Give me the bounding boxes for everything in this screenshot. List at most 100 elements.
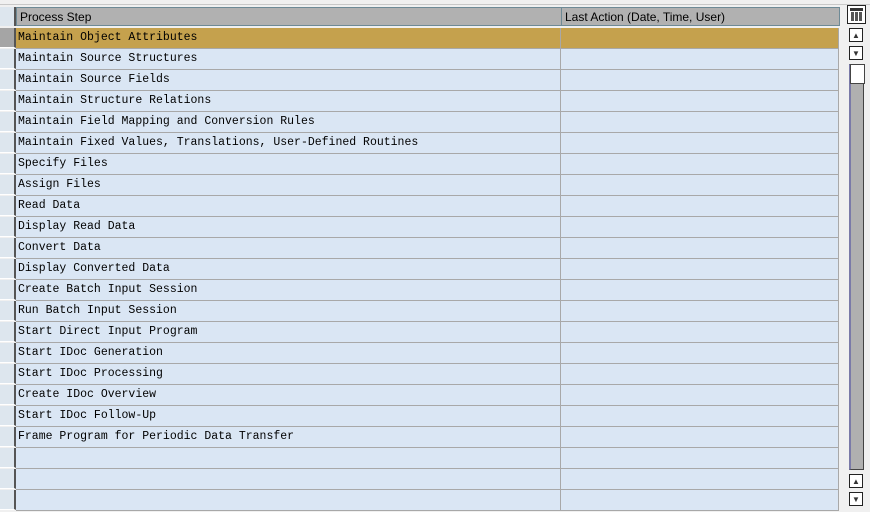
table-row[interactable]: Read Data (0, 196, 840, 217)
select-all-corner[interactable] (0, 7, 16, 26)
table-row[interactable]: Create Batch Input Session (0, 280, 840, 301)
last-action-cell[interactable] (561, 469, 839, 490)
row-selector[interactable] (0, 448, 16, 468)
page-down-button[interactable]: ▼ (849, 492, 863, 506)
process-step-cell[interactable]: Specify Files (16, 154, 561, 175)
row-selector[interactable] (0, 490, 16, 510)
process-step-cell[interactable]: Start IDoc Generation (16, 343, 561, 364)
row-selector[interactable] (0, 175, 16, 195)
last-action-cell[interactable] (561, 28, 839, 49)
scroll-track[interactable] (849, 64, 865, 470)
table-row[interactable]: Assign Files (0, 175, 840, 196)
table-row[interactable]: Maintain Field Mapping and Conversion Ru… (0, 112, 840, 133)
row-selector[interactable] (0, 196, 16, 216)
row-selector[interactable] (0, 70, 16, 90)
last-action-cell[interactable] (561, 280, 839, 301)
table-row[interactable]: Maintain Fixed Values, Translations, Use… (0, 133, 840, 154)
last-action-cell[interactable] (561, 154, 839, 175)
table-row[interactable]: Maintain Source Fields (0, 70, 840, 91)
process-step-cell[interactable]: Maintain Fixed Values, Translations, Use… (16, 133, 561, 154)
last-action-cell[interactable] (561, 343, 839, 364)
process-step-cell[interactable]: Create Batch Input Session (16, 280, 561, 301)
row-selector[interactable] (0, 217, 16, 237)
scroll-down-button[interactable]: ▼ (849, 46, 863, 60)
last-action-cell[interactable] (561, 406, 839, 427)
row-selector[interactable] (0, 301, 16, 321)
last-action-cell[interactable] (561, 427, 839, 448)
row-selector[interactable] (0, 259, 16, 279)
table-row[interactable]: Maintain Source Structures (0, 49, 840, 70)
row-selector[interactable] (0, 112, 16, 132)
process-step-cell[interactable] (16, 469, 561, 490)
last-action-cell[interactable] (561, 196, 839, 217)
last-action-cell[interactable] (561, 385, 839, 406)
last-action-cell[interactable] (561, 322, 839, 343)
last-action-cell[interactable] (561, 490, 839, 511)
table-row[interactable]: Start IDoc Follow-Up (0, 406, 840, 427)
table-row[interactable] (0, 448, 840, 469)
table-settings-button[interactable] (847, 5, 866, 24)
row-selector[interactable] (0, 406, 16, 426)
table-row[interactable] (0, 490, 840, 511)
process-step-cell[interactable]: Display Read Data (16, 217, 561, 238)
column-header-last-action[interactable]: Last Action (Date, Time, User) (561, 7, 840, 26)
process-step-cell[interactable]: Frame Program for Periodic Data Transfer (16, 427, 561, 448)
process-step-cell[interactable]: Display Converted Data (16, 259, 561, 280)
page-up-button[interactable]: ▲ (849, 474, 863, 488)
last-action-cell[interactable] (561, 70, 839, 91)
table-row[interactable]: Maintain Object Attributes (0, 28, 840, 49)
process-step-cell[interactable] (16, 448, 561, 469)
process-step-cell[interactable]: Convert Data (16, 238, 561, 259)
last-action-cell[interactable] (561, 91, 839, 112)
row-selector[interactable] (0, 385, 16, 405)
column-header-process-step[interactable]: Process Step (16, 7, 562, 26)
last-action-cell[interactable] (561, 112, 839, 133)
process-step-cell[interactable]: Start Direct Input Program (16, 322, 561, 343)
scroll-up-button[interactable]: ▲ (849, 28, 863, 42)
row-selector[interactable] (0, 322, 16, 342)
last-action-cell[interactable] (561, 259, 839, 280)
table-row[interactable]: Display Converted Data (0, 259, 840, 280)
process-step-cell[interactable]: Maintain Source Fields (16, 70, 561, 91)
last-action-cell[interactable] (561, 217, 839, 238)
row-selector[interactable] (0, 343, 16, 363)
row-selector[interactable] (0, 469, 16, 489)
row-selector[interactable] (0, 238, 16, 258)
table-row[interactable] (0, 469, 840, 490)
table-row[interactable]: Start IDoc Processing (0, 364, 840, 385)
row-selector[interactable] (0, 133, 16, 153)
process-step-cell[interactable]: Run Batch Input Session (16, 301, 561, 322)
process-step-cell[interactable] (16, 490, 561, 511)
table-row[interactable]: Specify Files (0, 154, 840, 175)
table-row[interactable]: Start IDoc Generation (0, 343, 840, 364)
row-selector[interactable] (0, 28, 16, 48)
process-step-cell[interactable]: Maintain Object Attributes (16, 28, 561, 49)
table-row[interactable]: Start Direct Input Program (0, 322, 840, 343)
row-selector[interactable] (0, 91, 16, 111)
scroll-thumb[interactable] (850, 64, 865, 84)
process-step-cell[interactable]: Start IDoc Processing (16, 364, 561, 385)
last-action-cell[interactable] (561, 448, 839, 469)
process-step-cell[interactable]: Read Data (16, 196, 561, 217)
table-row[interactable]: Convert Data (0, 238, 840, 259)
table-row[interactable]: Display Read Data (0, 217, 840, 238)
row-selector[interactable] (0, 364, 16, 384)
last-action-cell[interactable] (561, 133, 839, 154)
row-selector[interactable] (0, 154, 16, 174)
process-step-cell[interactable]: Maintain Field Mapping and Conversion Ru… (16, 112, 561, 133)
row-selector[interactable] (0, 427, 16, 447)
table-row[interactable]: Frame Program for Periodic Data Transfer (0, 427, 840, 448)
process-step-cell[interactable]: Maintain Source Structures (16, 49, 561, 70)
process-step-cell[interactable]: Start IDoc Follow-Up (16, 406, 561, 427)
table-row[interactable]: Create IDoc Overview (0, 385, 840, 406)
last-action-cell[interactable] (561, 175, 839, 196)
process-step-cell[interactable]: Assign Files (16, 175, 561, 196)
process-step-cell[interactable]: Create IDoc Overview (16, 385, 561, 406)
last-action-cell[interactable] (561, 49, 839, 70)
process-step-cell[interactable]: Maintain Structure Relations (16, 91, 561, 112)
last-action-cell[interactable] (561, 301, 839, 322)
row-selector[interactable] (0, 280, 16, 300)
last-action-cell[interactable] (561, 238, 839, 259)
table-row[interactable]: Maintain Structure Relations (0, 91, 840, 112)
last-action-cell[interactable] (561, 364, 839, 385)
